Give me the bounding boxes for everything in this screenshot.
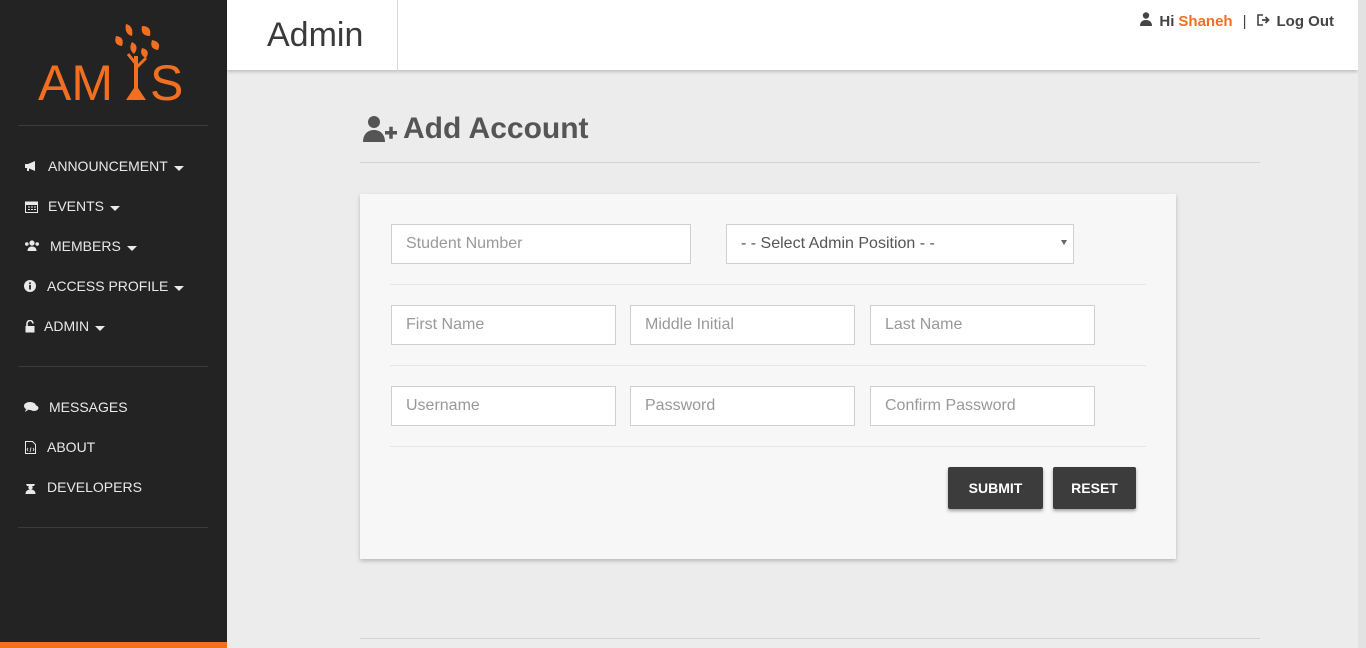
sidebar-item-label: ANNOUNCEMENT xyxy=(48,158,168,174)
sidebar-item-admin[interactable]: ADMIN xyxy=(0,306,227,346)
form-row-divider xyxy=(390,284,1146,285)
form-row-divider xyxy=(390,446,1146,447)
chevron-down-icon xyxy=(95,325,106,331)
section-heading: Add Account xyxy=(363,112,589,146)
form-row-divider xyxy=(390,365,1146,366)
sidebar-item-about[interactable]: ABOUT xyxy=(0,427,227,467)
admin-position-selected: - - Select Admin Position - - xyxy=(741,235,935,252)
sidebar: AM S ANNOUNCEMENT EVENTS MEMBERS ACCESS … xyxy=(0,0,227,648)
sidebar-item-label: MEMBERS xyxy=(50,238,121,254)
last-name-input[interactable]: Last Name xyxy=(870,305,1095,345)
sidebar-item-access-profile[interactable]: ACCESS PROFILE xyxy=(0,266,227,306)
calendar-icon xyxy=(24,199,38,213)
sidebar-nav-main: ANNOUNCEMENT EVENTS MEMBERS ACCESS PROFI… xyxy=(0,146,227,346)
info-icon xyxy=(24,279,36,293)
header-divider xyxy=(397,0,398,72)
sidebar-divider xyxy=(18,366,208,367)
page-scrollbar[interactable] xyxy=(1358,0,1366,648)
megaphone-icon xyxy=(24,159,38,173)
password-input[interactable]: Password xyxy=(630,386,855,426)
submit-button[interactable]: SUBMIT xyxy=(948,467,1043,509)
user-area: Hi Shaneh | Log Out xyxy=(1140,12,1334,30)
sidebar-accent-bar xyxy=(0,642,227,648)
file-icon xyxy=(24,440,36,454)
student-number-input[interactable]: Student Number xyxy=(391,224,691,264)
page-title: Admin xyxy=(267,16,364,54)
sidebar-item-members[interactable]: MEMBERS xyxy=(0,226,227,266)
svg-text:AM: AM xyxy=(38,55,113,106)
svg-text:S: S xyxy=(150,55,183,106)
sidebar-item-events[interactable]: EVENTS xyxy=(0,186,227,226)
sidebar-item-developers[interactable]: DEVELOPERS xyxy=(0,467,227,507)
sidebar-divider xyxy=(18,527,208,528)
sidebar-item-label: DEVELOPERS xyxy=(47,479,142,495)
sidebar-divider xyxy=(18,125,208,126)
heading-divider xyxy=(360,162,1260,163)
reset-button[interactable]: RESET xyxy=(1053,467,1136,509)
user-icon xyxy=(1140,12,1153,30)
sidebar-item-label: EVENTS xyxy=(48,198,105,214)
unlock-icon xyxy=(24,319,35,333)
users-icon xyxy=(24,239,40,253)
chevron-down-icon xyxy=(174,285,185,291)
dropdown-arrow-icon xyxy=(1061,240,1067,245)
logout-link[interactable]: Log Out xyxy=(1256,12,1334,30)
header-separator: | xyxy=(1242,12,1247,30)
developer-icon xyxy=(24,480,36,494)
user-name[interactable]: Shaneh xyxy=(1178,13,1232,30)
sign-out-icon xyxy=(1256,13,1271,30)
amis-logo[interactable]: AM S xyxy=(34,18,194,106)
confirm-password-input[interactable]: Confirm Password xyxy=(870,386,1095,426)
sidebar-nav-secondary: MESSAGES ABOUT DEVELOPERS xyxy=(0,387,227,507)
top-header: Admin Hi Shaneh | Log Out xyxy=(227,0,1358,72)
sidebar-item-label: MESSAGES xyxy=(49,399,128,415)
comments-icon xyxy=(24,400,39,414)
admin-position-select[interactable]: - - Select Admin Position - - xyxy=(726,224,1074,264)
first-name-input[interactable]: First Name xyxy=(391,305,616,345)
greeting-text: Hi xyxy=(1159,12,1175,30)
chevron-down-icon xyxy=(173,165,184,171)
sidebar-item-label: ADMIN xyxy=(44,318,90,334)
user-plus-icon xyxy=(363,116,397,142)
sidebar-item-label: ACCESS PROFILE xyxy=(47,278,169,294)
sidebar-item-label: ABOUT xyxy=(47,439,96,455)
add-account-form: Student Number - - Select Admin Position… xyxy=(360,194,1176,559)
username-input[interactable]: Username xyxy=(391,386,616,426)
sidebar-item-messages[interactable]: MESSAGES xyxy=(0,387,227,427)
logout-label: Log Out xyxy=(1276,12,1334,30)
sidebar-item-announcement[interactable]: ANNOUNCEMENT xyxy=(0,146,227,186)
section-heading-text: Add Account xyxy=(403,112,589,145)
chevron-down-icon xyxy=(126,245,137,251)
footer-divider xyxy=(360,638,1260,639)
middle-initial-input[interactable]: Middle Initial xyxy=(630,305,855,345)
chevron-down-icon xyxy=(110,205,121,211)
